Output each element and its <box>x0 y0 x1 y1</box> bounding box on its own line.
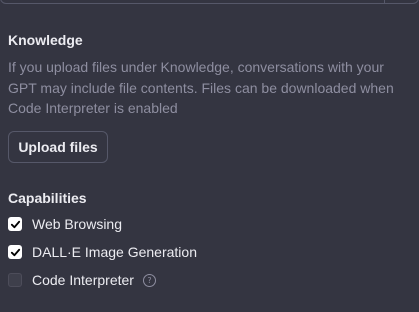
upload-files-button[interactable]: Upload files <box>8 131 108 163</box>
gpt-configure-panel: Knowledge If you upload files under Know… <box>0 0 419 312</box>
code-interpreter-checkbox[interactable] <box>8 273 22 287</box>
knowledge-description: If you upload files under Knowledge, con… <box>8 59 394 116</box>
code-interpreter-label: Code Interpreter <box>32 272 134 288</box>
field-divider <box>384 0 385 3</box>
top-input-field[interactable] <box>0 0 419 4</box>
capabilities-title: Capabilities <box>8 190 87 206</box>
web-browsing-label: Web Browsing <box>32 216 123 232</box>
question-mark-icon[interactable]: ? <box>142 273 156 287</box>
dalle-label: DALL·E Image Generation <box>32 244 197 260</box>
knowledge-title: Knowledge <box>8 32 83 48</box>
capability-web-browsing[interactable]: Web Browsing <box>8 216 122 232</box>
capability-dalle[interactable]: DALL·E Image Generation <box>8 244 197 260</box>
dalle-checkbox[interactable] <box>8 245 22 259</box>
checkmark-icon <box>10 248 20 256</box>
checkmark-icon <box>10 220 20 228</box>
web-browsing-checkbox[interactable] <box>8 217 22 231</box>
capability-code-interpreter[interactable]: Code Interpreter ? <box>8 272 156 288</box>
